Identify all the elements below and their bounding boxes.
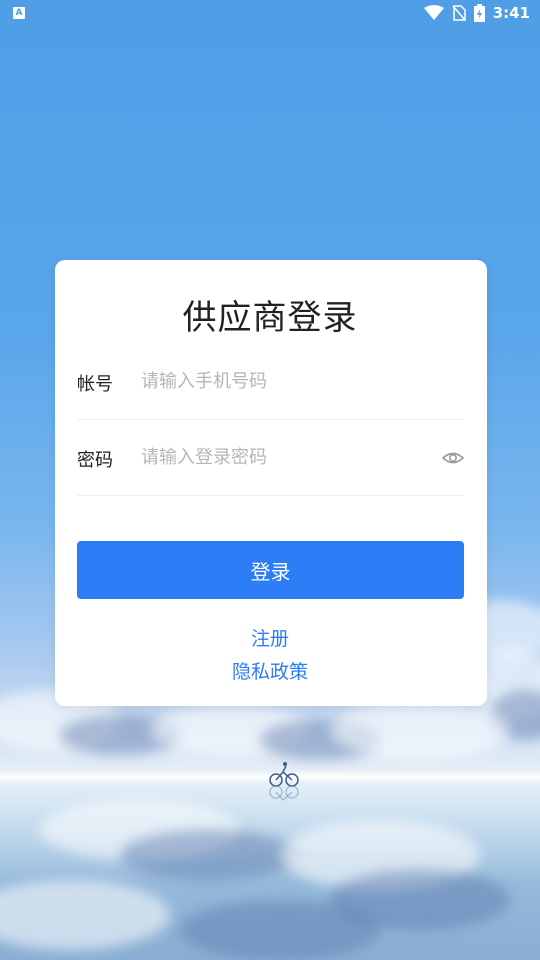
- register-link[interactable]: 注册: [0, 624, 540, 651]
- notification-app-icon: A: [13, 7, 25, 19]
- battery-charging-icon: [473, 4, 485, 22]
- status-bar: A 3:41: [0, 0, 540, 28]
- login-screen: A 3:41 供应商登录 帐号 密码: [0, 0, 540, 960]
- eye-icon[interactable]: [442, 447, 464, 469]
- page-title: 供应商登录: [182, 298, 358, 338]
- password-label: 密码: [77, 450, 113, 471]
- wifi-icon: [423, 5, 444, 20]
- password-input[interactable]: [141, 437, 431, 477]
- account-input[interactable]: [141, 361, 431, 401]
- cyclist-illustration: [269, 762, 299, 801]
- status-time: 3:41: [492, 4, 530, 22]
- password-field-row: 密码: [77, 419, 464, 496]
- login-button[interactable]: 登录: [77, 541, 464, 599]
- no-sim-icon: [452, 5, 466, 21]
- account-label: 帐号: [77, 374, 113, 395]
- account-field-row: 帐号: [77, 343, 464, 420]
- privacy-policy-link[interactable]: 隐私政策: [0, 657, 540, 684]
